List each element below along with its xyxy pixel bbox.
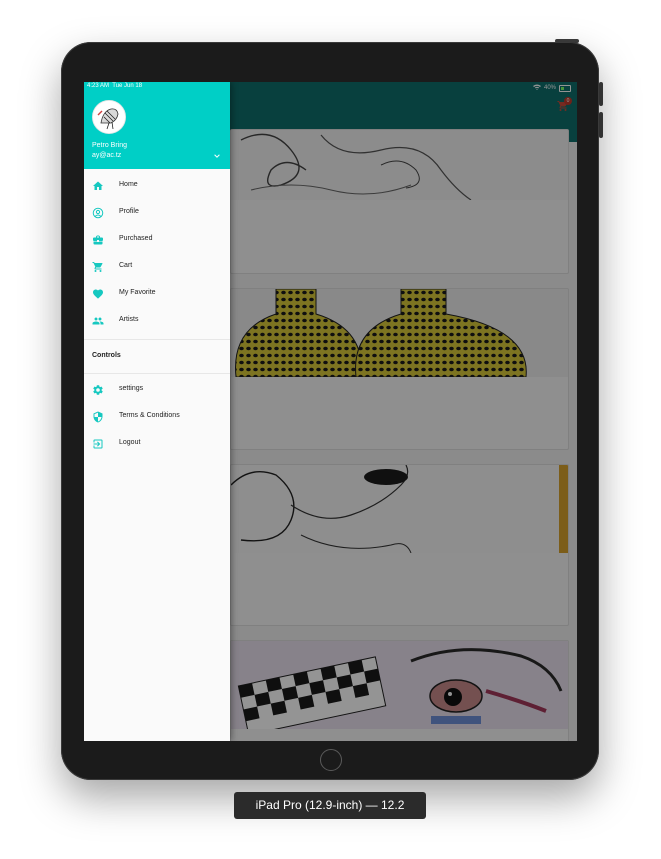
menu-item-settings[interactable]: settings: [84, 380, 230, 402]
people-icon: [92, 317, 104, 325]
app-screen: 40% 0 4:23 AM Tue Jun 18 Petro Bring ay@…: [84, 82, 577, 741]
status-time: 4:23 AM: [87, 83, 110, 89]
device-caption: iPad Pro (12.9-inch) — 12.2: [234, 792, 426, 819]
status-date: Tue Jun 18: [112, 83, 143, 89]
menu-item-label: Home: [119, 181, 138, 188]
account-circle-icon: [92, 207, 104, 219]
menu-item-logout[interactable]: Logout: [84, 434, 230, 456]
menu-item-profile[interactable]: Profile: [84, 203, 230, 225]
volume-down-button: [599, 112, 603, 138]
menu-item-label: Cart: [119, 262, 133, 269]
menu-item-terms[interactable]: Terms & Conditions: [84, 407, 230, 429]
navigation-drawer: 4:23 AM Tue Jun 18 Petro Bring ay@ac.tz: [84, 82, 230, 741]
menu-item-purchased[interactable]: Purchased: [84, 230, 230, 252]
menu-item-home[interactable]: Home: [84, 176, 230, 198]
logout-icon: [93, 439, 103, 449]
divider: [84, 339, 230, 340]
menu-item-label: Terms & Conditions: [119, 412, 180, 419]
controls-heading: Controls: [92, 352, 121, 359]
volume-up-button: [599, 82, 603, 106]
status-bar-left: 4:23 AM Tue Jun 18: [87, 83, 142, 89]
menu-item-label: Profile: [119, 208, 139, 215]
menu-item-label: Artists: [119, 316, 139, 323]
menu-item-label: settings: [119, 385, 144, 392]
home-icon: [93, 181, 103, 190]
shield-icon: [93, 411, 103, 423]
menu-item-cart[interactable]: Cart: [84, 257, 230, 279]
user-email: ay@ac.tz: [92, 152, 122, 159]
menu-item-artists[interactable]: Artists: [84, 311, 230, 333]
menu-item-favorite[interactable]: My Favorite: [84, 284, 230, 306]
menu-item-label: My Favorite: [119, 289, 156, 296]
user-name: Petro Bring: [92, 142, 128, 149]
avatar[interactable]: [92, 100, 126, 134]
chevron-down-icon[interactable]: [213, 152, 221, 160]
briefcase-icon: [93, 235, 103, 245]
gear-icon: [93, 385, 103, 395]
drawer-header: 4:23 AM Tue Jun 18 Petro Bring ay@ac.tz: [84, 82, 230, 169]
home-button: [320, 749, 342, 771]
divider: [84, 373, 230, 374]
menu-item-label: Purchased: [119, 235, 153, 242]
menu-item-label: Logout: [119, 439, 141, 446]
cart-icon: [92, 262, 103, 272]
heart-icon: [93, 289, 103, 299]
